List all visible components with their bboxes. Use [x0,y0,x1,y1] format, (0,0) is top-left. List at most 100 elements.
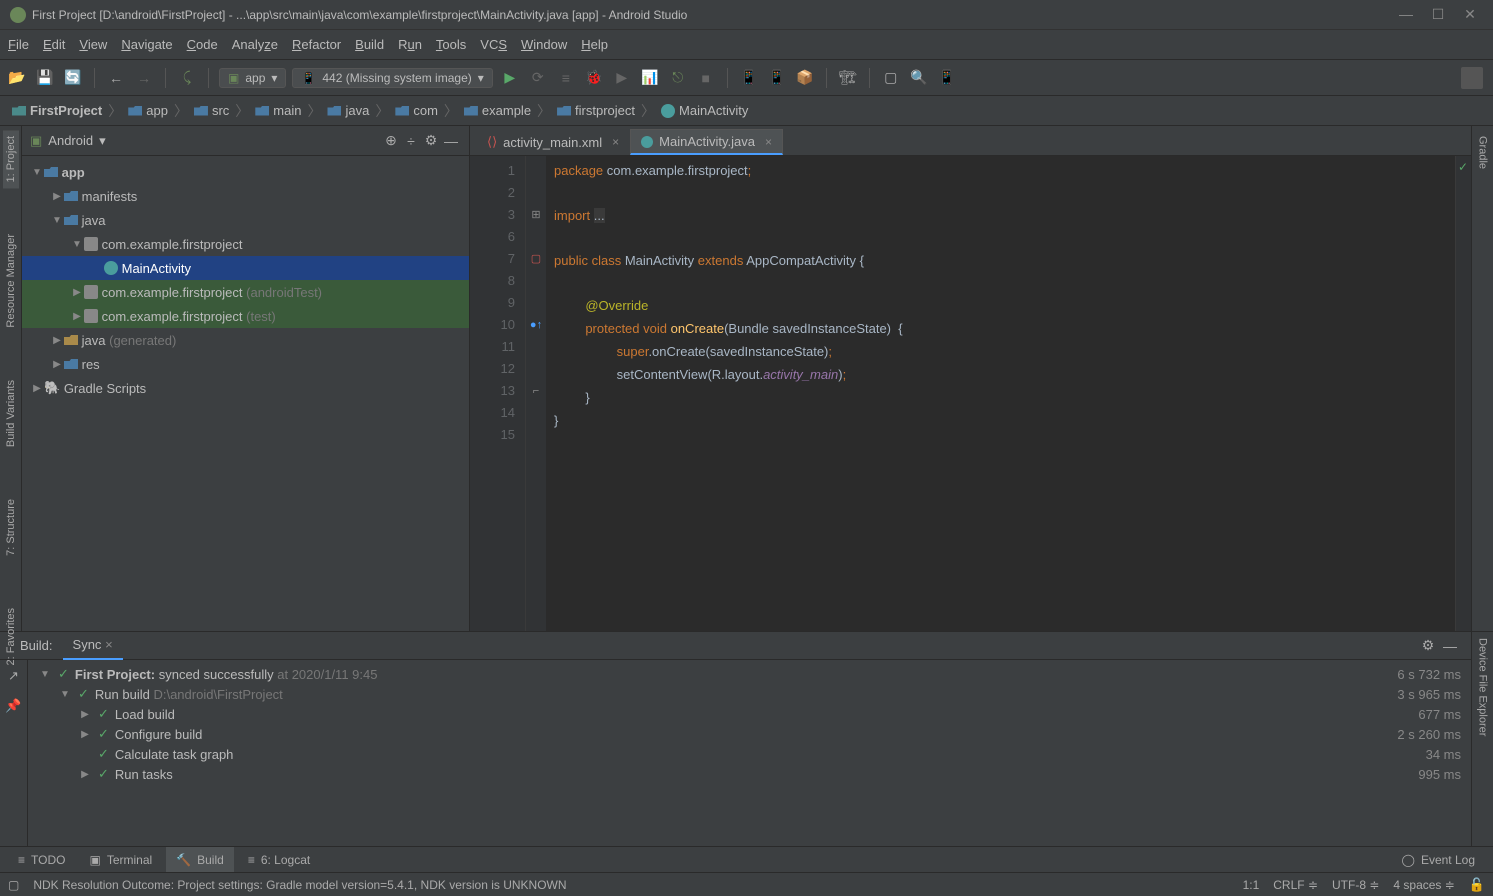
tree-pkg1[interactable]: ▼ com.example.firstproject [22,232,469,256]
avd-icon[interactable]: 📱 [738,67,760,89]
crumb-src[interactable]: src [190,103,233,118]
tree-pkg2[interactable]: ▶ com.example.firstproject (androidTest) [22,280,469,304]
tool-event-log[interactable]: ◯Event Log [1392,847,1485,873]
open-icon[interactable]: 📂 [6,67,28,89]
menu-view[interactable]: View [79,37,107,52]
coverage-icon[interactable]: ▶ [611,67,633,89]
tree-mainactivity[interactable]: MainActivity [22,256,469,280]
menu-tools[interactable]: Tools [436,37,466,52]
crumb-firstproject[interactable]: firstproject [553,103,639,118]
tool-build[interactable]: 🔨Build [166,847,234,873]
menu-code[interactable]: Code [187,37,218,52]
close-button[interactable]: ✕ [1463,6,1477,23]
close-tab-icon[interactable]: × [612,135,619,149]
device-dropdown[interactable]: 📱 442 (Missing system image) ▾ [292,68,492,88]
split-icon[interactable]: ÷ [401,131,421,151]
tree-gradle[interactable]: ▶🐘 Gradle Scripts [22,376,469,400]
gear-icon[interactable]: ⚙ [421,131,441,151]
save-icon[interactable]: 💾 [34,67,56,89]
make-icon[interactable]: ⤹ [176,67,198,89]
status-indent[interactable]: 4 spaces ≑ [1393,878,1454,892]
search-icon[interactable]: 🔍 [908,67,930,89]
tool-structure[interactable]: 7: Structure [3,493,19,562]
back-icon[interactable]: ← [105,67,127,89]
tool-terminal[interactable]: ▣Terminal [79,847,162,873]
menu-file[interactable]: File [8,37,29,52]
close-icon[interactable]: × [105,637,113,652]
project-view-dropdown[interactable]: ▣ Android ▾ [30,133,106,149]
lock-icon[interactable]: 🔓 [1469,877,1485,893]
build-row[interactable]: ▼✓First Project: synced successfully at … [28,664,1471,684]
menu-help[interactable]: Help [581,37,608,52]
target-icon[interactable]: ⊕ [381,131,401,151]
apply-changes-icon[interactable]: ⟳ [527,67,549,89]
menu-vcs[interactable]: VCS [480,37,507,52]
crumb-project[interactable]: FirstProject [8,103,106,118]
structure-icon[interactable]: 🏗 [837,67,859,89]
user-avatar[interactable] [1461,67,1483,89]
tree-java[interactable]: ▼ java [22,208,469,232]
tool-favorites[interactable]: 2: Favorites [3,602,19,671]
tree-app[interactable]: ▼ app [22,160,469,184]
tab-activity-main[interactable]: ⟨⟩activity_main.xml× [476,129,630,155]
hide-icon[interactable]: — [441,131,461,151]
tool-project[interactable]: 1: Project [3,130,19,188]
attach-icon[interactable]: ⎋ [667,67,689,89]
editor-body[interactable]: 1236789101112131415 ⊞ ▢ ●↑ ⌐ package com… [470,156,1471,631]
crumb-com[interactable]: com [391,103,442,118]
crumb-java[interactable]: java [323,103,373,118]
tool-device-file-explorer[interactable]: Device File Explorer [1475,632,1491,742]
resource-icon[interactable]: 📦 [794,67,816,89]
maximize-button[interactable]: ☐ [1431,6,1445,23]
apply-code-icon[interactable]: ≡ [555,67,577,89]
run-icon[interactable]: ▶ [499,67,521,89]
build-row[interactable]: ✓Calculate task graph34 ms [28,744,1471,764]
tree-pkg3[interactable]: ▶ com.example.firstproject (test) [22,304,469,328]
profile-icon[interactable]: 📊 [639,67,661,89]
stop-icon[interactable]: ■ [695,67,717,89]
pin-icon[interactable]: 📌 [4,696,24,716]
menu-analyze[interactable]: Analyze [232,37,278,52]
hide-icon[interactable]: — [1439,635,1461,657]
forward-icon[interactable]: → [133,67,155,89]
menu-navigate[interactable]: Navigate [121,37,172,52]
build-row[interactable]: ▶✓Load build677 ms [28,704,1471,724]
build-row[interactable]: ▼✓Run build D:\android\FirstProject3 s 9… [28,684,1471,704]
layout-icon[interactable]: ▢ [880,67,902,89]
tool-logcat[interactable]: ≡6: Logcat [238,847,320,873]
debug-icon[interactable]: 🐞 [583,67,605,89]
menu-edit[interactable]: Edit [43,37,65,52]
crumb-main[interactable]: main [251,103,305,118]
menu-build[interactable]: Build [355,37,384,52]
tree-javagen[interactable]: ▶ java (generated) [22,328,469,352]
sync-icon[interactable]: 🔄 [62,67,84,89]
tab-mainactivity[interactable]: MainActivity.java× [630,129,783,155]
tool-resource-manager[interactable]: Resource Manager [3,228,19,334]
build-tab-sync[interactable]: Sync × [63,632,123,660]
menu-refactor[interactable]: Refactor [292,37,341,52]
code-editor[interactable]: package com.example.firstproject; import… [546,156,1455,631]
statusbar-menu-icon[interactable]: ▢ [8,878,19,892]
crumb-app[interactable]: app [124,103,172,118]
status-line-ending[interactable]: CRLF ≑ [1273,878,1318,892]
project-view-label: Android [48,133,93,148]
tree-manifests[interactable]: ▶ manifests [22,184,469,208]
minimize-button[interactable]: — [1399,6,1413,23]
status-encoding[interactable]: UTF-8 ≑ [1332,878,1379,892]
close-tab-icon[interactable]: × [765,135,772,149]
sdk-icon[interactable]: 📱 [766,67,788,89]
build-row[interactable]: ▶✓Run tasks995 ms [28,764,1471,784]
build-row[interactable]: ▶✓Configure build2 s 260 ms [28,724,1471,744]
gear-icon[interactable]: ⚙ [1417,635,1439,657]
tool-build-variants[interactable]: Build Variants [3,374,19,453]
crumb-mainactivity[interactable]: MainActivity [657,103,752,118]
crumb-example[interactable]: example [460,103,535,118]
tool-todo[interactable]: ≡TODO [8,847,75,873]
tool-gradle[interactable]: Gradle [1475,130,1491,175]
status-position[interactable]: 1:1 [1243,878,1260,892]
tree-res[interactable]: ▶ res [22,352,469,376]
menu-run[interactable]: Run [398,37,422,52]
device-preview-icon[interactable]: 📱 [936,67,958,89]
run-config-dropdown[interactable]: ▣ app ▾ [219,68,286,88]
menu-window[interactable]: Window [521,37,567,52]
